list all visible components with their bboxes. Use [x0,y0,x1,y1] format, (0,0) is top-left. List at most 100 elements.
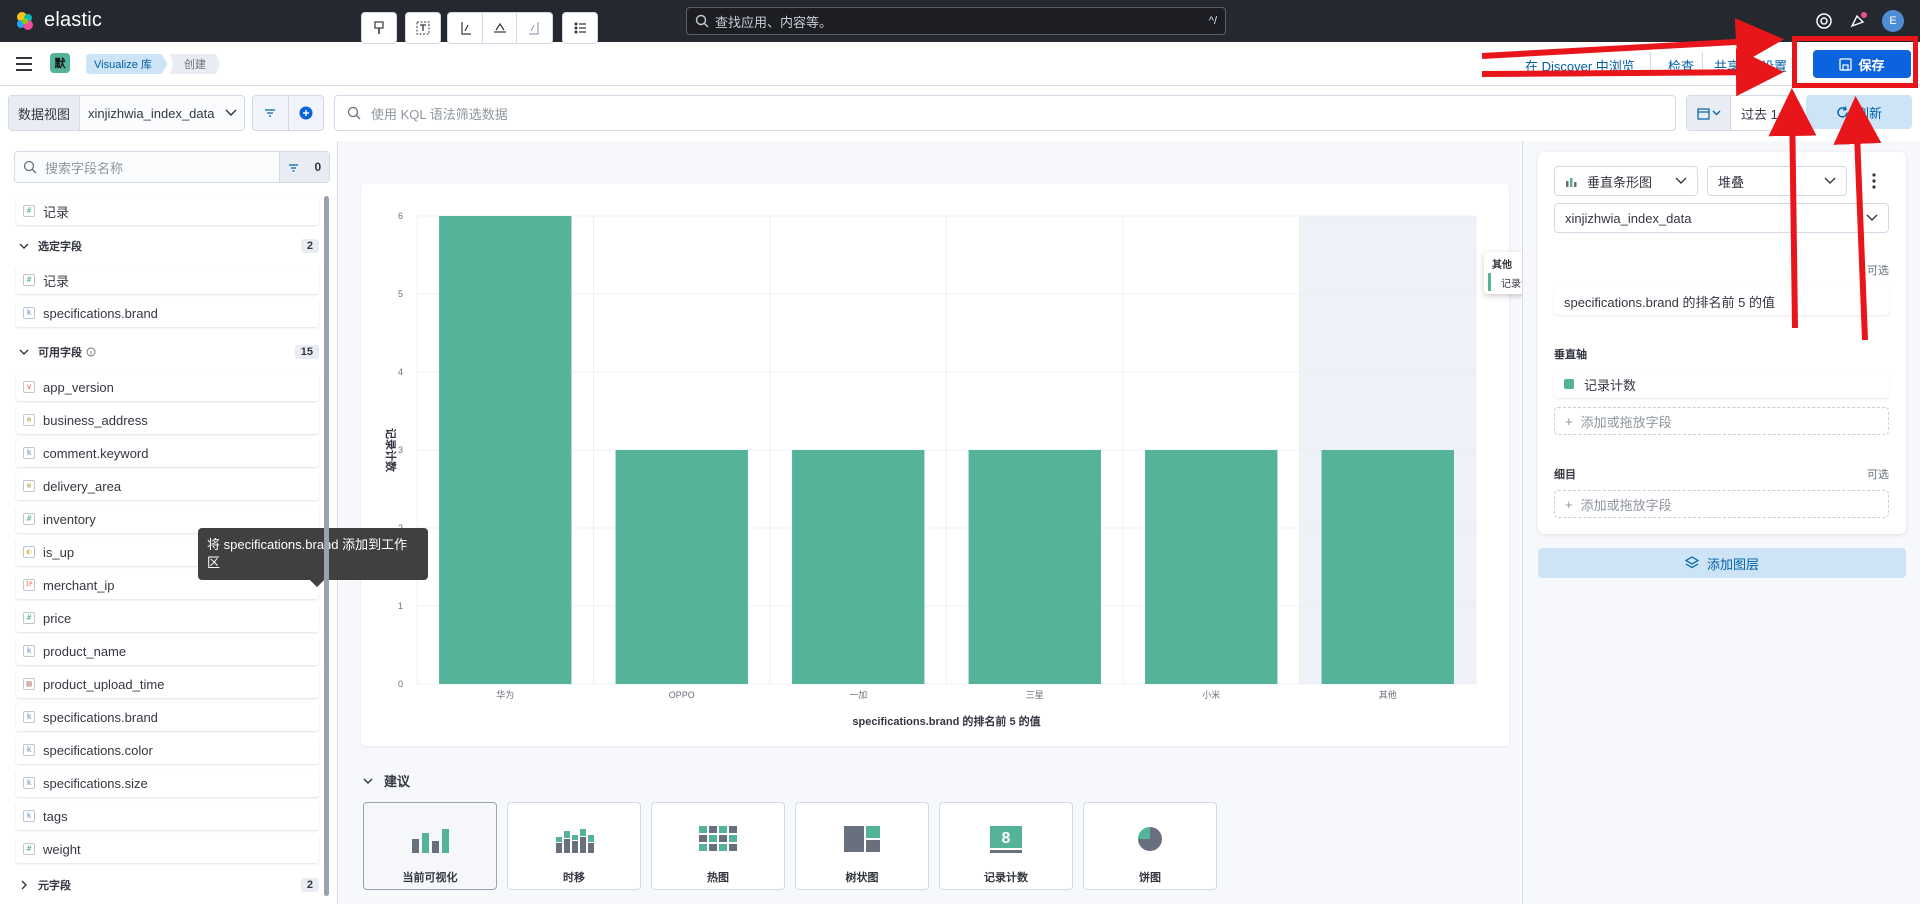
field-item[interactable]: ▤ product_upload_time [16,670,319,698]
kql-placeholder: 使用 KQL 语法筛选数据 [371,106,508,122]
field-item[interactable]: k specifications.brand [16,299,319,327]
y-tick-label: 5 [398,289,403,299]
suggestions-toggle[interactable]: 建议 [362,771,410,790]
explore-in-discover-link[interactable]: 在 Discover 中浏览 [1525,56,1635,75]
data-view-picker[interactable]: 数据视图 xinjizhwia_index_data [8,95,245,131]
inspect-link[interactable]: 检查 [1668,56,1694,75]
refresh-button[interactable]: 刷新 [1806,95,1912,129]
elastic-logo[interactable]: elastic [14,9,102,32]
bar[interactable] [439,216,572,684]
horizontal-axis-dimension[interactable]: specifications.brand 的排名前 5 的值 [1554,287,1889,315]
add-filter-button[interactable] [289,96,324,130]
left-axis-button[interactable] [448,13,483,43]
bar[interactable] [1145,450,1278,684]
field-item-records[interactable]: # 记录 [16,197,319,225]
field-type-icon: ⊕ [23,480,35,492]
add-layer-button[interactable]: 添加图层 [1538,548,1906,578]
bar[interactable] [968,450,1101,684]
chevron-down-icon [19,349,29,355]
heatmap-icon [699,826,737,851]
settings-link[interactable]: 设置 [1761,56,1787,75]
y-tick-label: 1 [398,601,403,611]
right-axis-button[interactable] [517,13,552,43]
chevron-down-icon [1712,110,1720,116]
field-item[interactable]: # price [16,604,319,632]
data-view-label: 数据视图 [9,96,81,130]
breakdown-label: 细目 [1554,469,1576,481]
section-count: 15 [294,345,319,359]
y-tick-label: 0 [398,679,403,689]
field-item[interactable]: k specifications.size [16,769,319,797]
field-filter-button[interactable]: 0 [279,152,329,182]
bottom-axis-button[interactable] [483,13,518,43]
layer-actions-icon[interactable] [1870,172,1878,190]
space-avatar[interactable]: 默 [50,53,70,73]
nav-divider [1702,52,1703,76]
available-fields-section[interactable]: 可用字段 15 [16,341,319,363]
series-color-swatch[interactable] [1564,379,1574,389]
field-item[interactable]: # weight [16,835,319,863]
visual-options-button[interactable] [362,13,396,43]
filter-options-button[interactable] [253,96,289,130]
field-item[interactable]: # 记录 [16,266,319,294]
bar[interactable] [615,450,748,684]
treemap-icon [844,826,880,852]
bar[interactable] [1321,450,1454,684]
avatar[interactable]: E [1882,10,1904,32]
app-nav-bar: 默 Visualize 库 创建 在 Discover 中浏览 检查 共享 设置 [0,42,1920,86]
legend-button[interactable] [563,13,597,43]
field-item[interactable]: k comment.keyword [16,439,319,467]
suggestion-treemap[interactable]: 树状图 [795,802,929,890]
date-quick-menu-button[interactable] [1687,96,1731,130]
meta-fields-section[interactable]: 元字段 2 [16,874,319,896]
nav-divider [1748,52,1749,76]
breadcrumb-visualize-library[interactable]: Visualize 库 [86,54,168,74]
field-type-icon: # [23,843,35,855]
x-tick-label: 其他 [1379,689,1397,700]
chart-type-select[interactable]: 垂直条形图 [1554,166,1698,196]
vertical-axis-dimension[interactable]: 记录计数 [1554,370,1889,398]
breakdown-optional: 可选 [1867,469,1889,481]
news-feed-icon[interactable] [1848,11,1868,31]
bar-chart[interactable]: 0123456华为OPPO一加三星小米其他specifications.bran… [361,184,1509,746]
help-icon[interactable] [1814,11,1834,31]
field-name: weight [43,841,81,857]
selected-fields-section[interactable]: 选定字段 2 [16,235,319,257]
suggestion-heatmap[interactable]: 热图 [651,802,785,890]
bar[interactable] [792,450,925,684]
field-type-icon: IP [23,579,35,591]
kql-search-input[interactable]: 使用 KQL 语法筛选数据 [334,95,1676,131]
field-item[interactable]: ⊕ business_address [16,406,319,434]
stack-mode-select[interactable]: 堆叠 [1707,166,1847,196]
chevron-right-icon [21,880,27,890]
add-breakdown-field[interactable]: + 添加或拖放字段 [1554,490,1889,518]
menu-icon[interactable] [16,56,34,72]
add-vertical-field[interactable]: + 添加或拖放字段 [1554,407,1889,435]
field-search-input[interactable]: 搜索字段名称 0 [14,151,330,183]
add-layer-label: 添加图层 [1706,556,1759,572]
suggestion-metric[interactable]: 8 记录计数 [939,802,1073,890]
share-link[interactable]: 共享 [1714,56,1740,75]
field-item[interactable]: k specifications.brand [16,703,319,731]
field-item[interactable]: ⊕ delivery_area [16,472,319,500]
field-list-scrollbar[interactable] [324,196,329,896]
suggestion-label: 树状图 [845,872,879,884]
field-item[interactable]: k tags [16,802,319,830]
suggestion-time-shift[interactable]: 时移 [507,802,641,890]
field-item[interactable]: k specifications.color [16,736,319,764]
bar-chart-icon [412,829,449,853]
time-range-label: 过去 1 年 [1741,106,1795,122]
date-picker[interactable]: 过去 1 年 [1686,95,1796,131]
field-item[interactable]: v app_version [16,373,319,401]
layer-data-view-select[interactable]: xinjizhwia_index_data [1554,203,1889,233]
field-name: specifications.size [43,775,148,791]
labels-button[interactable] [406,13,440,43]
annotation-highlight-box [1792,36,1918,88]
visual-options-toolbar [361,12,397,44]
field-name: business_address [43,412,148,428]
field-item[interactable]: k product_name [16,637,319,665]
suggestion-current[interactable]: 当前可视化 [363,802,497,890]
suggestion-pie[interactable]: 饼图 [1083,802,1217,890]
global-search-input[interactable]: 查找应用、内容等。 ^/ [686,7,1226,35]
x-tick-label: 三星 [1026,690,1044,700]
